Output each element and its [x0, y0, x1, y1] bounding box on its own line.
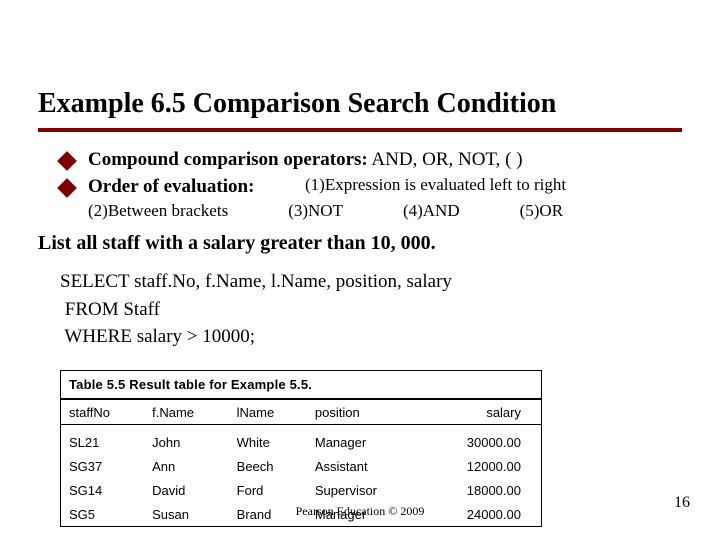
col-header: staffNo	[61, 400, 144, 425]
bullet-item: Compound comparison operators: AND, OR, …	[60, 148, 690, 173]
caption-bold: Table 5.5	[69, 377, 125, 392]
bullet-text: Compound comparison operators: AND, OR, …	[88, 148, 690, 173]
eval-rule: (2)Between brackets	[88, 201, 228, 221]
cell: SL21	[61, 425, 144, 455]
sql-block: SELECT staff.No, f.Name, l.Name, positio…	[60, 268, 452, 351]
bullet-rest: AND, OR, NOT, ( )	[368, 149, 523, 170]
eval-rule: (5)OR	[520, 201, 563, 221]
caption-rest: Result table for Example 5.5.	[125, 377, 312, 392]
cell: Assistant	[307, 454, 421, 478]
question-prompt: List all staff with a salary greater tha…	[38, 232, 690, 255]
cell: SG37	[61, 454, 144, 478]
cell: 24000.00	[421, 502, 541, 526]
cell: 18000.00	[421, 478, 541, 502]
col-header: f.Name	[144, 400, 229, 425]
eval-rule: (4)AND	[403, 201, 460, 221]
col-header: position	[307, 400, 421, 425]
sql-line: FROM Staff	[60, 299, 160, 320]
cell: Supervisor	[307, 478, 421, 502]
cell: Susan	[144, 502, 229, 526]
cell: Beech	[229, 454, 307, 478]
title-area: Example 6.5 Comparison Search Condition	[38, 88, 682, 132]
cell: Manager	[307, 425, 421, 455]
eval-rules-row: (2)Between brackets (3)NOT (4)AND (5)OR	[88, 201, 710, 221]
eval-rule-inline: (1)Expression is evaluated left to right	[305, 175, 710, 195]
cell: Ann	[144, 454, 229, 478]
cell: White	[229, 425, 307, 455]
cell: SG5	[61, 502, 144, 526]
cell: 30000.00	[421, 425, 541, 455]
bullet-label: Order of evaluation:	[88, 176, 254, 197]
table-row: SL21 John White Manager 30000.00	[61, 425, 541, 455]
eval-rule: (3)NOT	[288, 201, 343, 221]
footer-center: Pearson Education © 2009	[296, 504, 425, 519]
diamond-icon	[57, 178, 77, 198]
table-row: SG37 Ann Beech Assistant 12000.00	[61, 454, 541, 478]
cell: 12000.00	[421, 454, 541, 478]
sql-line: WHERE salary > 10000;	[60, 326, 255, 347]
title-underline	[38, 128, 682, 132]
cell: John	[144, 425, 229, 455]
cell: SG14	[61, 478, 144, 502]
sql-line: SELECT staff.No, f.Name, l.Name, positio…	[60, 271, 452, 292]
page-number: 16	[674, 494, 690, 512]
col-header: lName	[229, 400, 307, 425]
table-caption: Table 5.5 Result table for Example 5.5.	[61, 371, 541, 400]
table-header-row: staffNo f.Name lName position salary	[61, 400, 541, 425]
table-row: SG14 David Ford Supervisor 18000.00	[61, 478, 541, 502]
diamond-icon	[57, 151, 77, 171]
bullet-label: Compound comparison operators:	[88, 149, 368, 170]
cell: Ford	[229, 478, 307, 502]
slide: Example 6.5 Comparison Search Condition …	[0, 0, 720, 540]
slide-title: Example 6.5 Comparison Search Condition	[38, 88, 682, 126]
cell: David	[144, 478, 229, 502]
col-header: salary	[421, 400, 541, 425]
